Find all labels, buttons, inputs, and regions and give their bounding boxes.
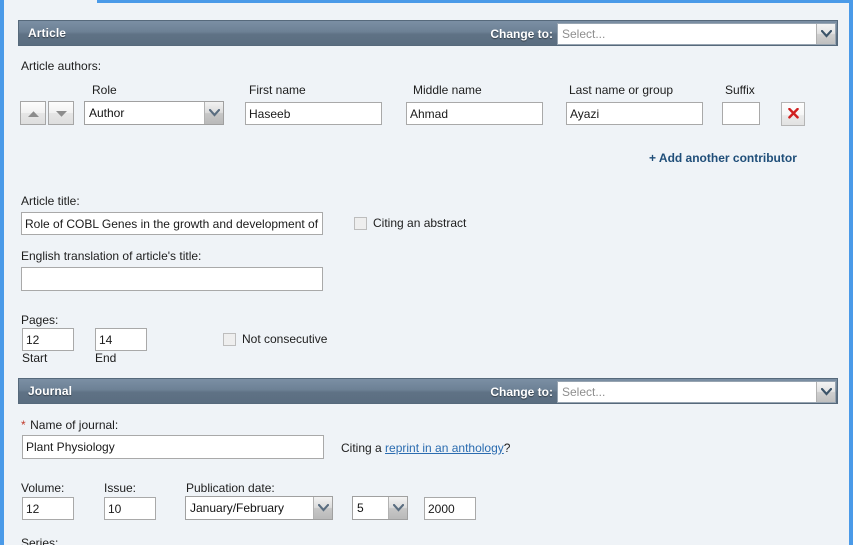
chevron-down-icon xyxy=(204,102,223,124)
contributor-role-select[interactable]: Author xyxy=(84,101,224,125)
article-change-to-label: Change to: xyxy=(490,27,553,41)
issue-label: Issue: xyxy=(104,481,137,495)
reprint-suffix-text: ? xyxy=(503,441,511,455)
delete-x-icon xyxy=(787,107,799,122)
move-contributor-down-button[interactable] xyxy=(48,101,74,125)
article-section-header: Article Change to: Select... xyxy=(4,20,849,46)
not-consecutive-checkbox-row[interactable]: Not consecutive xyxy=(223,332,327,346)
page-root: Article Change to: Select... Article aut… xyxy=(0,0,853,545)
journal-name-input[interactable] xyxy=(22,435,324,459)
contributor-first-name-input[interactable] xyxy=(245,102,382,125)
journal-section-title: Journal xyxy=(28,384,73,398)
publication-month-select[interactable]: January/February xyxy=(185,496,333,520)
publication-month-value: January/February xyxy=(190,501,285,515)
contributor-suffix-input[interactable] xyxy=(722,102,760,125)
column-header-role: Role xyxy=(92,83,117,97)
journal-change-to-label: Change to: xyxy=(490,385,553,399)
form-content: Article Change to: Select... Article aut… xyxy=(4,3,849,545)
chevron-down-icon xyxy=(816,382,835,402)
citing-abstract-label: Citing an abstract xyxy=(373,216,467,230)
citing-abstract-checkbox[interactable] xyxy=(354,216,367,230)
reprint-question: Citing a reprint in an anthology? xyxy=(341,439,510,457)
citing-abstract-checkbox-row[interactable]: Citing an abstract xyxy=(354,216,466,230)
pages-start-input[interactable] xyxy=(22,328,74,351)
issue-input[interactable] xyxy=(104,497,156,520)
contributor-middle-name-input[interactable] xyxy=(406,102,543,125)
article-authors-label: Article authors: xyxy=(21,59,102,73)
contributor-last-name-input[interactable] xyxy=(566,102,703,125)
pages-end-caption: End xyxy=(95,351,117,365)
column-header-first-name: First name xyxy=(249,83,306,97)
article-title-label: Article title: xyxy=(21,194,80,208)
pages-end-input[interactable] xyxy=(95,328,147,351)
journal-name-label-row: * Name of journal: xyxy=(21,416,118,434)
publication-date-label: Publication date: xyxy=(186,481,275,495)
arrow-up-icon xyxy=(27,106,40,121)
journal-change-to-value: Select... xyxy=(562,385,606,399)
contributor-role-value: Author xyxy=(89,106,125,120)
chevron-down-icon xyxy=(313,497,332,519)
reprint-in-anthology-link[interactable]: reprint in an anthology xyxy=(385,441,504,455)
journal-name-label: Name of journal: xyxy=(30,418,119,432)
remove-contributor-button[interactable] xyxy=(781,102,805,126)
column-header-middle-name: Middle name xyxy=(413,83,482,97)
column-header-last-name: Last name or group xyxy=(569,83,674,97)
chevron-down-icon xyxy=(388,497,407,519)
volume-input[interactable] xyxy=(22,497,74,520)
arrow-down-icon xyxy=(55,106,68,121)
article-title-input[interactable] xyxy=(21,212,323,235)
journal-section-header: Journal Change to: Select... xyxy=(4,378,849,404)
chevron-down-icon xyxy=(816,24,835,44)
not-consecutive-label: Not consecutive xyxy=(242,332,328,346)
article-change-to-select[interactable]: Select... xyxy=(557,23,836,45)
volume-label: Volume: xyxy=(21,481,65,495)
english-translation-label: English translation of article's title: xyxy=(21,249,202,263)
publication-day-select[interactable]: 5 xyxy=(352,496,408,520)
add-another-contributor-link[interactable]: + Add another contributor xyxy=(649,151,797,165)
article-change-to-value: Select... xyxy=(562,27,606,41)
required-star: * xyxy=(21,418,26,432)
journal-change-to-select[interactable]: Select... xyxy=(557,381,836,403)
not-consecutive-checkbox[interactable] xyxy=(223,332,236,346)
pages-label: Pages: xyxy=(21,313,59,327)
reprint-prefix-text: Citing a xyxy=(341,441,386,455)
article-section-title: Article xyxy=(28,26,67,40)
move-contributor-up-button[interactable] xyxy=(20,101,46,125)
publication-year-input[interactable] xyxy=(424,497,476,520)
pages-start-caption: Start xyxy=(22,351,48,365)
series-label: Series: xyxy=(21,536,59,545)
right-accent-border xyxy=(849,0,853,545)
column-header-suffix: Suffix xyxy=(725,83,755,97)
english-translation-input[interactable] xyxy=(21,267,323,291)
